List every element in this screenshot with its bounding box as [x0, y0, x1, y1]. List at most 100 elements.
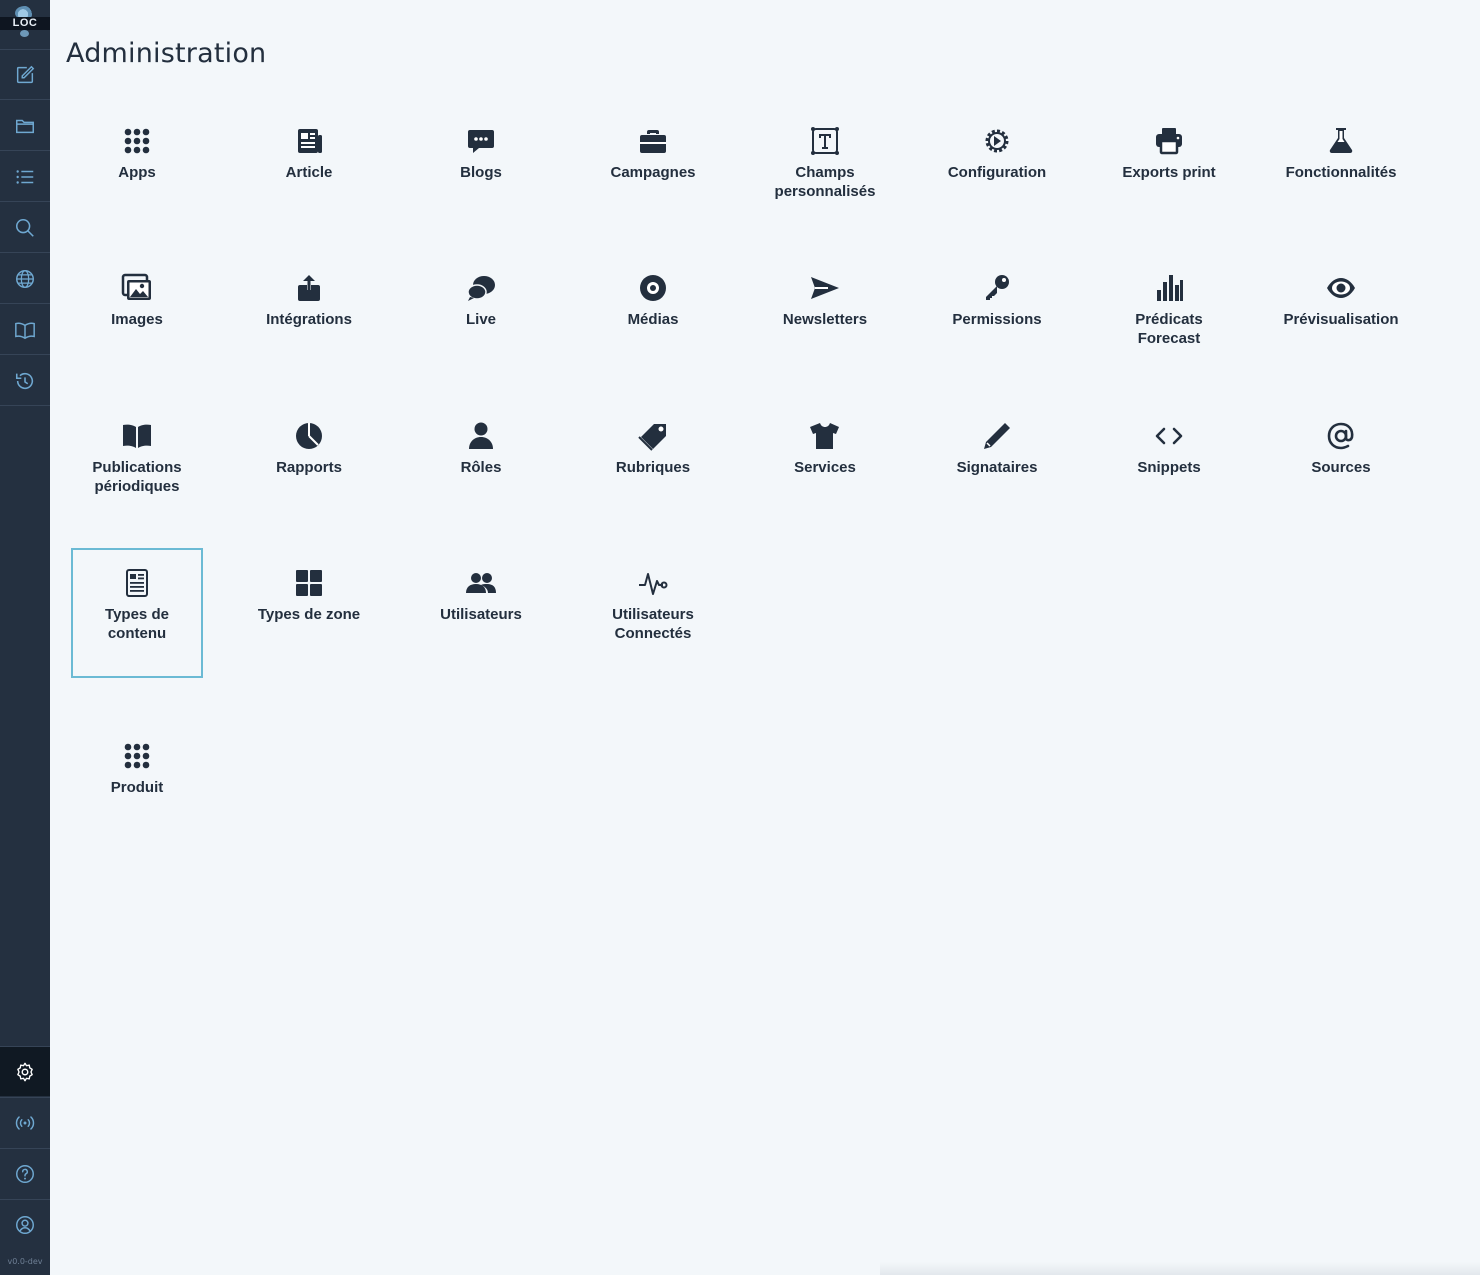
- flask-icon: [1324, 124, 1358, 158]
- grid-dots-icon: [120, 739, 154, 773]
- sidebar-item-broadcast[interactable]: [0, 1097, 50, 1147]
- admin-tile-label: Rôles: [460, 459, 502, 476]
- user-icon: [14, 1214, 36, 1236]
- code-icon: [1152, 419, 1186, 453]
- admin-tile-champs-personnalises[interactable]: Champs personnalisés: [759, 106, 891, 236]
- admin-tile-signataires[interactable]: Signataires: [931, 401, 1063, 531]
- admin-tile-label: Newsletters: [782, 311, 868, 328]
- admin-tile-label: Services: [794, 459, 856, 476]
- admin-tile-predicats-forecast[interactable]: Prédicats Forecast: [1103, 253, 1235, 383]
- bottom-shadow: [880, 1262, 1480, 1275]
- sidebar: LOC v0.0-dev: [0, 0, 50, 1275]
- admin-tile-types-de-zone[interactable]: Types de zone: [243, 548, 375, 678]
- users-icon: [464, 566, 498, 600]
- admin-tile-roles[interactable]: Rôles: [415, 401, 547, 531]
- admin-tile-label: Campagnes: [610, 164, 696, 181]
- admin-tile-label: Prédicats Forecast: [1135, 311, 1203, 347]
- pie-chart-icon: [292, 419, 326, 453]
- admin-tile-label: Snippets: [1137, 459, 1201, 476]
- sidebar-item-user[interactable]: [0, 1199, 50, 1249]
- admin-tile-utilisateurs-connectes[interactable]: Utilisateurs Connectés: [587, 548, 719, 678]
- sidebar-item-history[interactable]: [0, 356, 50, 406]
- globe-icon: [14, 268, 36, 290]
- sidebar-item-book[interactable]: [0, 305, 50, 355]
- admin-tile-apps[interactable]: Apps: [71, 106, 203, 236]
- admin-tile-sources[interactable]: Sources: [1275, 401, 1407, 531]
- admin-tile-label: Configuration: [947, 164, 1047, 181]
- folder-icon: [14, 115, 36, 137]
- admin-tile-produit[interactable]: Produit: [71, 721, 203, 851]
- admin-tile-label: Utilisateurs: [440, 606, 522, 623]
- admin-tile-newsletters[interactable]: Newsletters: [759, 253, 891, 383]
- sidebar-item-edit[interactable]: [0, 50, 50, 100]
- sidebar-item-help[interactable]: [0, 1148, 50, 1198]
- admin-tile-fonctionnalites[interactable]: Fonctionnalités: [1275, 106, 1407, 236]
- admin-tile-integrations[interactable]: Intégrations: [243, 253, 375, 383]
- gear-icon: [14, 1061, 36, 1083]
- admin-tile-medias[interactable]: Médias: [587, 253, 719, 383]
- admin-tile-label: Rapports: [276, 459, 342, 476]
- admin-tile-label: Sources: [1311, 459, 1371, 476]
- admin-tile-label: Images: [111, 311, 163, 328]
- help-icon: [14, 1163, 36, 1185]
- tshirt-icon: [808, 419, 842, 453]
- sidebar-item-globe[interactable]: [0, 254, 50, 304]
- admin-tile-exports-print[interactable]: Exports print: [1103, 106, 1235, 236]
- page-title: Administration: [66, 38, 267, 69]
- sidebar-item-search[interactable]: [0, 203, 50, 253]
- upload-box-icon: [292, 271, 326, 305]
- admin-tile-label: Exports print: [1122, 164, 1216, 181]
- admin-tile-publications-periodiques[interactable]: Publications périodiques: [71, 401, 203, 531]
- edit-icon: [14, 64, 36, 86]
- admin-tile-label: Apps: [118, 164, 156, 181]
- admin-tile-campagnes[interactable]: Campagnes: [587, 106, 719, 236]
- admin-tile-label: Types de zone: [257, 606, 361, 623]
- admin-tile-blogs[interactable]: Blogs: [415, 106, 547, 236]
- admin-tile-label: Signataires: [956, 459, 1038, 476]
- admin-tile-images[interactable]: Images: [71, 253, 203, 383]
- admin-tile-label: Produit: [110, 779, 164, 796]
- chat-bubble-icon: [464, 124, 498, 158]
- sidebar-item-gear[interactable]: [0, 1046, 50, 1096]
- disc-icon: [636, 271, 670, 305]
- briefcase-icon: [636, 124, 670, 158]
- pulse-icon: [636, 566, 670, 600]
- logo-text: LOC: [0, 17, 50, 30]
- admin-tile-label: Article: [285, 164, 333, 181]
- gear-play-icon: [980, 124, 1014, 158]
- sidebar-item-folder[interactable]: [0, 101, 50, 151]
- admin-tile-previsualisation[interactable]: Prévisualisation: [1275, 253, 1407, 383]
- admin-tile-permissions[interactable]: Permissions: [931, 253, 1063, 383]
- admin-tile-article[interactable]: Article: [243, 106, 375, 236]
- comments-icon: [464, 271, 498, 305]
- admin-tile-configuration[interactable]: Configuration: [931, 106, 1063, 236]
- admin-tile-live[interactable]: Live: [415, 253, 547, 383]
- eye-icon: [1324, 271, 1358, 305]
- admin-tile-label: Live: [465, 311, 496, 328]
- tiles-icon: [292, 566, 326, 600]
- admin-tile-utilisateurs[interactable]: Utilisateurs: [415, 548, 547, 678]
- admin-tile-rubriques[interactable]: Rubriques: [587, 401, 719, 531]
- admin-tile-services[interactable]: Services: [759, 401, 891, 531]
- history-icon: [14, 370, 36, 392]
- open-book-icon: [120, 419, 154, 453]
- admin-tile-label: Publications périodiques: [92, 459, 182, 495]
- admin-tile-types-de-contenu[interactable]: Types de contenu: [71, 548, 203, 678]
- app-logo[interactable]: LOC: [0, 0, 50, 50]
- images-icon: [120, 271, 154, 305]
- admin-tile-rapports[interactable]: Rapports: [243, 401, 375, 531]
- admin-tile-label: Utilisateurs Connectés: [612, 606, 694, 642]
- admin-tile-label: Champs personnalisés: [774, 164, 876, 200]
- document-icon: [120, 566, 154, 600]
- printer-icon: [1152, 124, 1186, 158]
- admin-tile-snippets[interactable]: Snippets: [1103, 401, 1235, 531]
- list-icon: [14, 166, 36, 188]
- send-icon: [808, 271, 842, 305]
- bar-chart-icon: [1152, 271, 1186, 305]
- text-field-icon: [808, 124, 842, 158]
- admin-tile-label: Rubriques: [615, 459, 691, 476]
- admin-tile-label: Types de contenu: [105, 606, 169, 642]
- sidebar-item-list[interactable]: [0, 152, 50, 202]
- admin-tile-label: Prévisualisation: [1283, 311, 1399, 328]
- newspaper-icon: [292, 124, 326, 158]
